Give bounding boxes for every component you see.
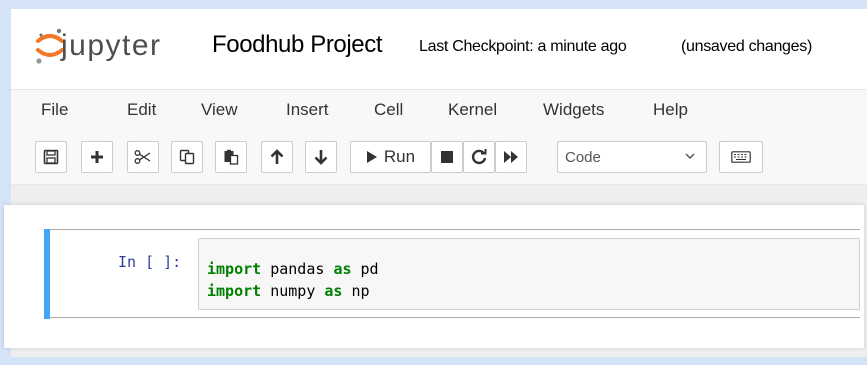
menu-file[interactable]: File bbox=[41, 100, 68, 120]
menu-kernel[interactable]: Kernel bbox=[448, 100, 497, 120]
menu-cell[interactable]: Cell bbox=[374, 100, 403, 120]
insert-cell-below-button[interactable] bbox=[81, 141, 113, 173]
run-button[interactable]: Run bbox=[350, 141, 431, 173]
floppy-disk-icon bbox=[43, 149, 59, 165]
cell-type-value: Code bbox=[565, 148, 601, 166]
move-cell-up-button[interactable] bbox=[261, 141, 293, 173]
paste-icon bbox=[224, 149, 239, 165]
code-keyword: import bbox=[207, 282, 262, 300]
code-keyword: as bbox=[333, 260, 352, 278]
run-label: Run bbox=[383, 147, 416, 166]
save-button[interactable] bbox=[35, 141, 67, 173]
menu-edit[interactable]: Edit bbox=[127, 100, 156, 120]
menu-help[interactable]: Help bbox=[653, 100, 688, 120]
restart-kernel-button[interactable] bbox=[463, 141, 495, 173]
chevron-down-icon bbox=[685, 153, 695, 160]
keyboard-icon bbox=[731, 151, 751, 163]
code-keyword: as bbox=[324, 282, 343, 300]
command-palette-button[interactable] bbox=[719, 141, 763, 173]
paste-cells-button[interactable] bbox=[215, 141, 247, 173]
header: jupyter Foodhub Project Last Checkpoint:… bbox=[11, 9, 867, 79]
code-module: pandas bbox=[270, 260, 325, 278]
move-cell-down-button[interactable] bbox=[305, 141, 337, 173]
notebook-title[interactable]: Foodhub Project bbox=[212, 31, 383, 59]
stop-icon bbox=[441, 151, 453, 163]
code-keyword: import bbox=[207, 260, 262, 278]
plus-icon bbox=[91, 151, 103, 163]
copy-cells-button[interactable] bbox=[171, 141, 203, 173]
logo-text: jupyter bbox=[61, 29, 162, 62]
fast-forward-icon bbox=[504, 151, 518, 163]
restart-icon bbox=[471, 149, 487, 165]
menu-widgets[interactable]: Widgets bbox=[543, 100, 604, 120]
menu-view[interactable]: View bbox=[201, 100, 238, 120]
arrow-down-icon bbox=[314, 150, 328, 165]
code-module: numpy bbox=[270, 282, 316, 300]
arrow-up-icon bbox=[270, 149, 284, 164]
code-alias: pd bbox=[360, 260, 379, 278]
toolbar: Run Code bbox=[11, 136, 867, 185]
play-icon bbox=[366, 151, 377, 163]
autosave-status: (unsaved changes) bbox=[681, 38, 812, 55]
cut-cells-button[interactable] bbox=[127, 141, 159, 173]
menubar: File Edit View Insert Cell Kernel Widget… bbox=[11, 89, 867, 137]
cell-type-select[interactable]: Code bbox=[557, 141, 707, 173]
last-checkpoint: Last Checkpoint: a minute ago bbox=[419, 38, 627, 55]
menu-insert[interactable]: Insert bbox=[286, 100, 329, 120]
copy-icon bbox=[179, 149, 195, 165]
interrupt-kernel-button[interactable] bbox=[431, 141, 463, 173]
jupyter-logo[interactable]: jupyter bbox=[35, 23, 195, 71]
code-line: import pandas as pd bbox=[207, 260, 379, 278]
scissors-icon bbox=[134, 150, 151, 164]
code-line: import numpy as np bbox=[207, 282, 370, 300]
restart-run-all-button[interactable] bbox=[495, 141, 527, 173]
input-prompt: In [ ]: bbox=[118, 253, 182, 271]
code-alias: np bbox=[351, 282, 370, 300]
